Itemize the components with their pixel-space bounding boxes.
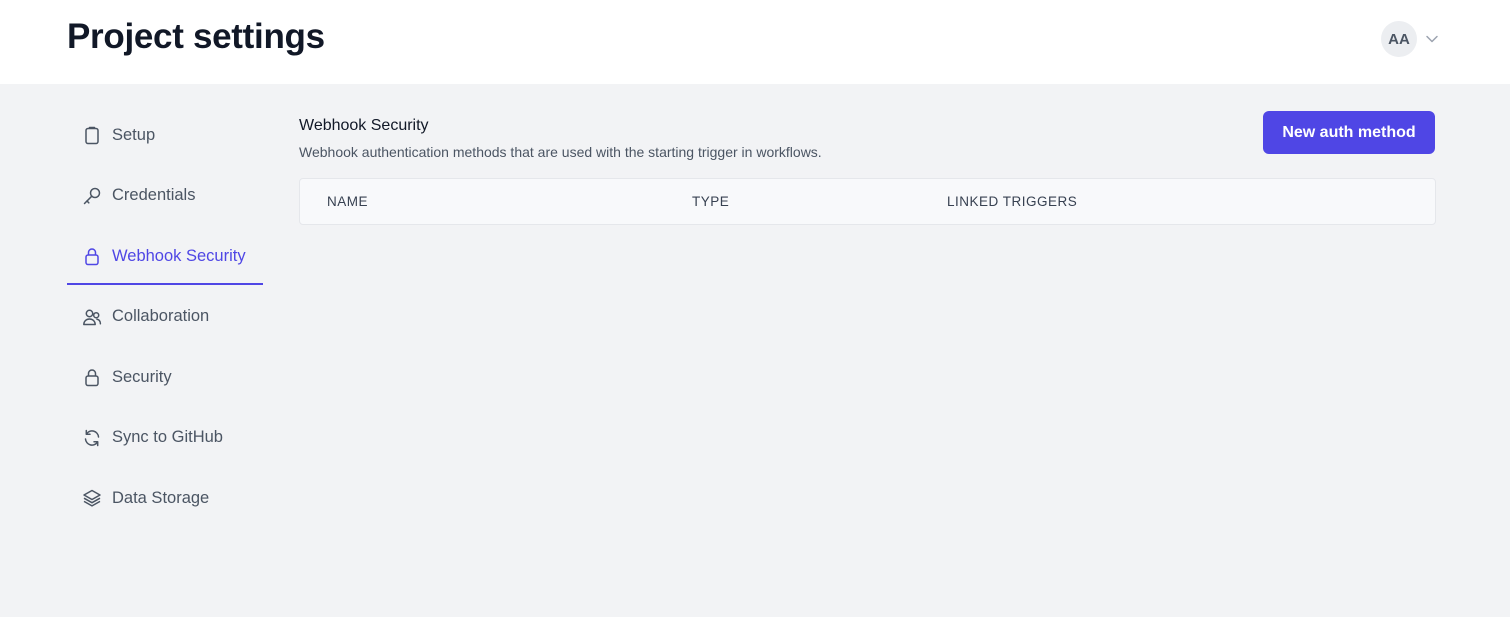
layers-icon: [81, 487, 103, 509]
auth-methods-table: NAME TYPE LINKED TRIGGERS: [299, 178, 1436, 225]
sidebar-item-label: Security: [112, 367, 172, 386]
key-icon: [81, 185, 103, 207]
lock-icon: [81, 245, 103, 267]
column-header-linked-triggers: LINKED TRIGGERS: [947, 194, 1078, 209]
clipboard-icon: [81, 124, 103, 146]
webhook-security-panel: Webhook Security Webhook authentication …: [299, 111, 1436, 225]
sidebar-item-label: Collaboration: [112, 307, 210, 326]
avatar[interactable]: AA: [1381, 21, 1417, 57]
column-header-type: TYPE: [692, 194, 730, 209]
sidebar-item-sync-to-github[interactable]: Sync to GitHub: [67, 408, 263, 469]
sidebar-item-data-storage[interactable]: Data Storage: [67, 468, 263, 529]
sidebar-item-label: Sync to GitHub: [112, 428, 223, 447]
sidebar-item-label: Credentials: [112, 186, 196, 205]
sidebar-item-security[interactable]: Security: [67, 347, 263, 408]
sidebar-item-label: Setup: [112, 125, 156, 144]
refresh-icon: [81, 427, 103, 449]
settings-sidebar: Setup Credentials Webhook Security Colla…: [67, 105, 263, 529]
column-header-name: NAME: [327, 194, 369, 209]
new-auth-method-button[interactable]: New auth method: [1263, 111, 1435, 154]
chevron-down-icon[interactable]: [1425, 32, 1439, 46]
page-header: Project settings AA: [0, 0, 1510, 84]
user-menu[interactable]: AA: [1381, 21, 1439, 57]
sidebar-item-webhook-security[interactable]: Webhook Security: [67, 226, 263, 287]
users-icon: [81, 306, 103, 328]
sidebar-item-credentials[interactable]: Credentials: [67, 166, 263, 227]
sidebar-item-collaboration[interactable]: Collaboration: [67, 287, 263, 348]
lock-icon: [81, 366, 103, 388]
sidebar-item-label: Webhook Security: [112, 246, 246, 265]
sidebar-item-setup[interactable]: Setup: [67, 105, 263, 166]
sidebar-item-label: Data Storage: [112, 488, 210, 507]
page-title: Project settings: [67, 17, 325, 56]
